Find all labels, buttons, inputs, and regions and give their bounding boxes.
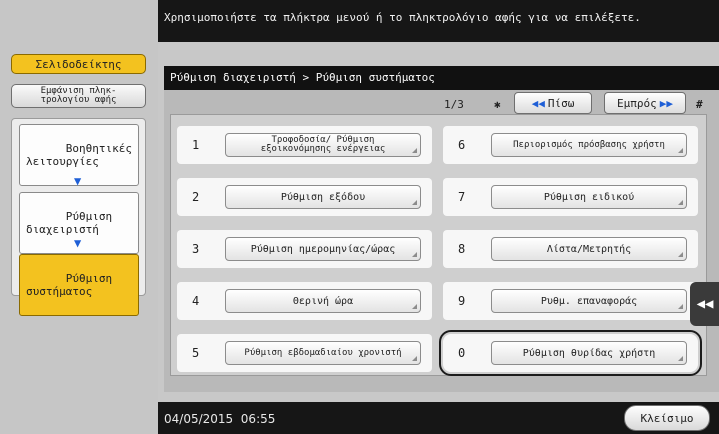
user-box-settings-button[interactable]: Ρύθμιση θυρίδας χρήστη <box>491 341 687 365</box>
menu-number: 1 <box>192 138 200 152</box>
menu-number: 2 <box>192 190 200 204</box>
bookmark-label: Σελιδοδείκτης <box>35 57 122 71</box>
double-right-chevron-icon: ▶▶ <box>659 96 673 110</box>
flow-item-label: Ρύθμιση συστήματος <box>26 272 113 298</box>
breadcrumb: Ρύθμιση διαχειριστή > Ρύθμιση συστήματος <box>164 66 719 90</box>
flow-item-system-settings[interactable]: Ρύθμιση συστήματος <box>19 254 139 316</box>
flow-item-label: Ρύθμιση διαχειριστή <box>26 210 113 236</box>
touch-keypad-label: Εμφάνιση πληκ- τρολογίου αφής <box>40 86 117 105</box>
close-label: Κλείσιμο <box>640 411 694 425</box>
close-button[interactable]: Κλείσιμο <box>624 405 710 431</box>
menu-number: 4 <box>192 294 200 308</box>
status-bar: 04/05/2015 06:55 Κλείσιμο <box>158 402 719 434</box>
menu-number: 9 <box>458 294 466 308</box>
user-access-restriction-button[interactable]: Περιορισμός πρόσβασης χρήστη <box>491 133 687 157</box>
menu-item-3: 3 Ρύθμιση ημερομηνίας/ώρας <box>177 230 432 268</box>
next-label: Εμπρός <box>617 96 657 110</box>
daylight-saving-button[interactable]: Θερινή ώρα <box>225 289 421 313</box>
expert-settings-button[interactable]: Ρύθμιση ειδικού <box>491 185 687 209</box>
bookmark-button[interactable]: Σελιδοδείκτης <box>11 54 146 74</box>
page-indicator: 1/3 <box>444 97 464 111</box>
sidebar: Σελιδοδείκτης Εμφάνιση πληκ- τρολογίου α… <box>0 0 158 434</box>
menu-item-4: 4 Θερινή ώρα <box>177 282 432 320</box>
panel-collapse-tab[interactable]: ◀◀ <box>690 282 719 326</box>
menu-item-5: 5 Ρύθμιση εβδομαδιαίου χρονιστή <box>177 334 432 372</box>
date-time-settings-button[interactable]: Ρύθμιση ημερομηνίας/ώρας <box>225 237 421 261</box>
navigation-flow: Βοηθητικές λειτουργίες ▼ Ρύθμιση διαχειρ… <box>11 118 146 316</box>
menu-number: 3 <box>192 242 200 256</box>
flow-item-label: Βοηθητικές λειτουργίες <box>26 142 132 168</box>
main-panel: Ρύθμιση διαχειριστή > Ρύθμιση συστήματος… <box>164 66 719 392</box>
back-label: Πίσω <box>547 96 575 110</box>
menu-number: 6 <box>458 138 466 152</box>
double-left-chevron-icon: ◀◀ <box>531 96 545 110</box>
output-settings-button[interactable]: Ρύθμιση εξόδου <box>225 185 421 209</box>
down-arrow-icon: ▼ <box>74 174 82 188</box>
menu-number: 0 <box>458 346 466 360</box>
menu-grid: 1 Τροφοδοσία/ Ρύθμιση εξοικονόμησης ενέρ… <box>170 114 707 376</box>
star-key[interactable]: ✱ <box>494 95 501 113</box>
double-left-arrow-icon: ◀◀ <box>696 296 714 312</box>
next-button[interactable]: Εμπρός ▶▶ <box>604 92 686 114</box>
hash-key[interactable]: # <box>696 95 703 113</box>
menu-number: 8 <box>458 242 466 256</box>
touch-keypad-button[interactable]: Εμφάνιση πληκ- τρολογίου αφής <box>11 84 146 108</box>
power-saving-button[interactable]: Τροφοδοσία/ Ρύθμιση εξοικονόμησης ενέργε… <box>225 133 421 157</box>
datetime-display: 04/05/2015 06:55 <box>164 412 276 426</box>
instruction-bar: Χρησιμοποιήστε τα πλήκτρα μενού ή το πλη… <box>158 0 719 42</box>
menu-number: 5 <box>192 346 200 360</box>
menu-item-7: 7 Ρύθμιση ειδικού <box>443 178 698 216</box>
instruction-text: Χρησιμοποιήστε τα πλήκτρα μενού ή το πλη… <box>164 11 641 24</box>
menu-item-6: 6 Περιορισμός πρόσβασης χρήστη <box>443 126 698 164</box>
breadcrumb-text: Ρύθμιση διαχειριστή > Ρύθμιση συστήματος <box>170 71 435 84</box>
down-arrow-icon: ▼ <box>74 236 82 250</box>
reset-settings-button[interactable]: Ρυθμ. επαναφοράς <box>491 289 687 313</box>
list-counter-button[interactable]: Λίστα/Μετρητής <box>491 237 687 261</box>
menu-item-0: 0 Ρύθμιση θυρίδας χρήστη <box>439 330 702 376</box>
menu-number: 7 <box>458 190 466 204</box>
back-button[interactable]: ◀◀ Πίσω <box>514 92 592 114</box>
menu-item-1: 1 Τροφοδοσία/ Ρύθμιση εξοικονόμησης ενέρ… <box>177 126 432 164</box>
menu-item-8: 8 Λίστα/Μετρητής <box>443 230 698 268</box>
menu-item-9: 9 Ρυθμ. επαναφοράς <box>443 282 698 320</box>
weekly-timer-button[interactable]: Ρύθμιση εβδομαδιαίου χρονιστή <box>225 341 421 365</box>
menu-item-2: 2 Ρύθμιση εξόδου <box>177 178 432 216</box>
